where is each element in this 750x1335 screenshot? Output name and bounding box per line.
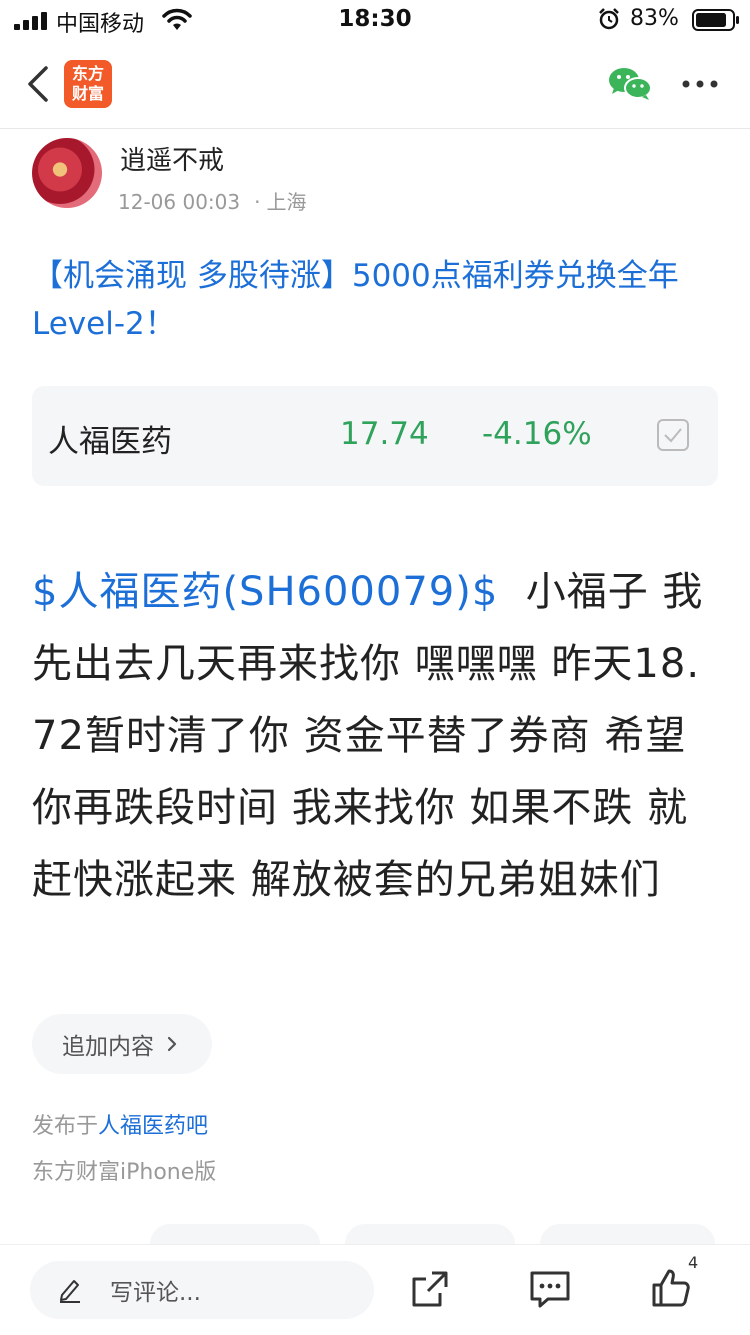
more-icon[interactable] xyxy=(680,78,720,90)
post-body-text: 小福子 我先出去几天再来找你 嘿嘿嘿 昨天18.72暂时清了你 资金平替了券商 … xyxy=(32,569,704,903)
stock-card[interactable]: 人福医药 17.74 -4.16% xyxy=(32,386,718,486)
chevron-right-icon xyxy=(167,1036,177,1052)
append-label: 追加内容 xyxy=(62,1034,154,1060)
like-count: 4 xyxy=(688,1253,699,1272)
battery-icon xyxy=(692,9,739,31)
stock-bar-link[interactable]: 人福医药吧 xyxy=(98,1114,208,1139)
logo-line1: 东方 xyxy=(71,64,104,83)
post-meta: 12-06 00:03 · 上海 xyxy=(118,186,306,215)
comment-placeholder: 写评论... xyxy=(110,1280,201,1306)
meta-separator: · xyxy=(254,190,261,214)
add-watchlist-checkbox-icon[interactable] xyxy=(656,418,690,452)
stock-change: -4.16% xyxy=(482,416,592,452)
battery-percent: 83% xyxy=(630,6,679,31)
client-source: 东方财富iPhone版 xyxy=(32,1160,217,1185)
bottom-action-bar: 写评论... 4 xyxy=(0,1244,750,1335)
pen-icon xyxy=(60,1280,80,1303)
promo-title-link[interactable]: 【机会涌现 多股待涨】5000点福利券兑换全年Level-2！ xyxy=(32,252,722,348)
alarm-icon xyxy=(599,8,619,30)
append-content-button[interactable]: 追加内容 xyxy=(32,1014,212,1074)
published-prefix: 发布于 xyxy=(32,1114,99,1139)
nav-bar: 东方 财富 xyxy=(0,40,750,129)
status-bar: 中国移动 18:30 83% xyxy=(0,0,750,40)
author-name[interactable]: 逍遥不戒 xyxy=(120,140,224,177)
wechat-share-icon[interactable] xyxy=(608,66,652,102)
stock-name: 人福医药 xyxy=(48,424,172,460)
post-time: 12-06 00:03 xyxy=(118,190,241,214)
logo-line2: 财富 xyxy=(71,84,104,103)
back-icon[interactable] xyxy=(22,64,54,104)
thumbs-up-icon[interactable] xyxy=(650,1267,692,1309)
published-in: 发布于人福医药吧 xyxy=(32,1108,208,1140)
post-body: $人福医药(SH600079)$ 小福子 我先出去几天再来找你 嘿嘿嘿 昨天18… xyxy=(32,556,722,916)
share-icon[interactable] xyxy=(410,1269,450,1309)
comment-input[interactable]: 写评论... xyxy=(30,1261,374,1319)
post-location: 上海 xyxy=(266,190,307,214)
stock-price: 17.74 xyxy=(340,416,429,452)
stock-tag-link[interactable]: $人福医药(SH600079)$ xyxy=(32,569,498,615)
avatar[interactable] xyxy=(32,138,102,208)
comment-icon[interactable] xyxy=(528,1269,572,1309)
eastmoney-logo[interactable]: 东方 财富 xyxy=(64,60,112,108)
